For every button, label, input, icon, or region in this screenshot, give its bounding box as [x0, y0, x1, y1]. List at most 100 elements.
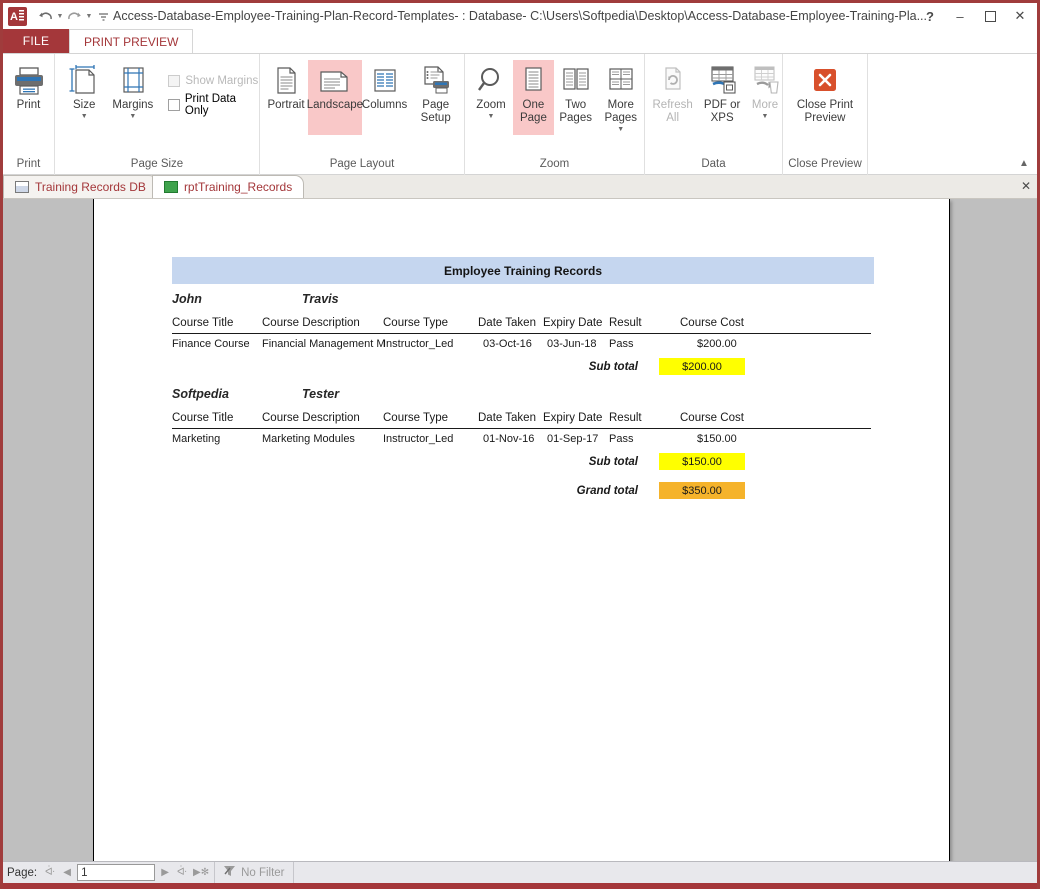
group-last-name: Travis — [302, 292, 339, 306]
ribbon-tab-strip: FILE PRINT PREVIEW Sign in — [3, 29, 1037, 71]
landscape-icon — [317, 63, 353, 96]
margins-button[interactable]: Margins ▼ — [107, 60, 158, 120]
cell-result: Pass — [609, 433, 634, 445]
ribbon-group-zoom-label: Zoom — [539, 158, 570, 170]
landscape-button[interactable]: Landscape — [307, 60, 363, 135]
redo-dropdown-caret-icon[interactable]: ▼ — [84, 13, 94, 20]
next-page-button[interactable]: ▶ — [158, 867, 172, 878]
window-controls: ? – ✕ — [915, 3, 1035, 29]
print-preview-area[interactable]: SOFTPEDIA Employee Training Records John… — [3, 199, 1037, 861]
margins-icon — [115, 63, 151, 96]
col-header-course-cost: Course Cost — [680, 412, 744, 424]
show-margins-checkbox[interactable] — [168, 75, 181, 87]
print-data-only-checkbox-row[interactable]: Print Data Only — [168, 90, 259, 120]
new-record-button[interactable]: ▶✻ — [192, 867, 210, 878]
table-header-rule — [172, 333, 871, 334]
ribbon-group-close-preview-label: Close Preview — [788, 158, 862, 170]
access-window: A ▼ ▼ Access-Database-Employee-Training-… — [0, 0, 1040, 889]
col-header-course-title: Course Title — [172, 412, 234, 424]
cell-expiry-date: 01-Sep-17 — [547, 433, 599, 445]
ribbon-group-print: Print Print — [3, 54, 55, 175]
quick-access-toolbar: ▼ ▼ — [36, 6, 113, 26]
cell-course-type: Instructor_Led — [383, 433, 454, 445]
cell-course-cost: $150.00 — [697, 433, 737, 445]
undo-dropdown-caret-icon[interactable]: ▼ — [55, 13, 65, 20]
page-setup-button[interactable]: Page Setup — [407, 60, 464, 125]
page-label: Page: — [7, 866, 38, 879]
maximize-button[interactable] — [975, 4, 1005, 28]
more-pages-caret-icon[interactable]: ▼ — [617, 126, 624, 133]
last-page-button[interactable]: ᐚ — [175, 867, 189, 878]
doc-tab-training-records-db[interactable]: Training Records DB — [3, 175, 158, 198]
page-navigator: Page: ᐚ ◀ 1 ▶ ᐚ ▶✻ — [3, 861, 216, 884]
more-export-icon — [749, 63, 781, 96]
one-page-button[interactable]: One Page — [513, 60, 554, 135]
pdf-or-xps-button[interactable]: PDF or XPS — [696, 60, 748, 125]
one-page-button-label: One Page — [519, 99, 547, 124]
tab-print-preview[interactable]: PRINT PREVIEW — [69, 29, 194, 53]
table-header-rule — [172, 428, 871, 429]
window-title: Access-Database-Employee-Training-Plan-R… — [113, 9, 927, 23]
two-pages-icon — [560, 63, 592, 96]
pdf-xps-icon — [705, 63, 739, 96]
col-header-date-taken: Date Taken — [478, 317, 536, 329]
redo-icon[interactable] — [65, 6, 84, 26]
print-button[interactable]: Print — [6, 60, 52, 112]
two-pages-button[interactable]: Two Pages — [554, 60, 598, 125]
refresh-all-label: Refresh All — [652, 99, 693, 124]
undo-icon[interactable] — [36, 6, 55, 26]
grand-total-label: Grand total — [576, 485, 638, 497]
print-button-label: Print — [16, 99, 41, 111]
close-button[interactable]: ✕ — [1005, 4, 1035, 28]
table-row: Marketing Marketing Modules Instructor_L… — [172, 433, 872, 449]
record-navigation-bar: Page: ᐚ ◀ 1 ▶ ᐚ ▶✻ No Filter — [3, 861, 1037, 884]
more-export-caret-icon[interactable]: ▼ — [762, 113, 769, 120]
collapse-ribbon-button[interactable]: ▲ — [1015, 154, 1033, 172]
subtotal-value: $200.00 — [659, 358, 745, 375]
page-size-icon — [66, 63, 102, 96]
cell-course-type: Instructor_Led — [383, 338, 454, 350]
doc-tab-rpt-training-records[interactable]: rptTraining_Records — [151, 175, 305, 198]
print-data-only-label: Print Data Only — [184, 93, 237, 117]
customize-qat-icon[interactable] — [94, 6, 113, 26]
tab-file[interactable]: FILE — [3, 29, 69, 53]
first-page-button[interactable]: ᐚ — [43, 867, 57, 878]
refresh-all-button[interactable]: Refresh All — [649, 60, 696, 125]
zoom-button-label: Zoom — [476, 99, 506, 111]
close-print-preview-button[interactable]: Close Print Preview — [783, 60, 867, 125]
zoom-caret-icon[interactable]: ▼ — [488, 113, 495, 120]
col-header-course-description: Course Description — [262, 412, 360, 424]
title-bar: A ▼ ▼ Access-Database-Employee-Training-… — [3, 3, 1037, 29]
page-number-input[interactable]: 1 — [77, 864, 156, 881]
doc-tab-label: Training Records DB — [35, 180, 146, 194]
cell-course-title: Finance Course — [172, 338, 250, 350]
filter-label: No Filter — [241, 866, 285, 879]
size-button[interactable]: Size ▼ — [61, 60, 107, 120]
col-header-date-taken: Date Taken — [478, 412, 536, 424]
filter-status[interactable]: No Filter — [215, 861, 294, 884]
columns-button-label: Columns — [361, 99, 408, 111]
margins-button-label: Margins — [112, 99, 154, 111]
more-pages-button-label: More Pages — [604, 99, 638, 124]
columns-button[interactable]: Columns — [362, 60, 408, 112]
status-bar: Ready NUM LOCK – + 81% — [3, 883, 1037, 889]
svg-text:A: A — [10, 11, 18, 23]
cell-expiry-date: 03-Jun-18 — [547, 338, 597, 350]
zoom-button[interactable]: Zoom ▼ — [469, 60, 513, 120]
print-data-only-checkbox[interactable] — [168, 99, 180, 111]
previous-page-button[interactable]: ◀ — [60, 867, 74, 878]
size-caret-icon[interactable]: ▼ — [81, 113, 88, 120]
more-pages-button[interactable]: More Pages ▼ — [598, 60, 645, 133]
col-header-expiry-date: Expiry Date — [543, 412, 603, 424]
pdf-or-xps-label: PDF or XPS — [703, 99, 741, 124]
margins-caret-icon[interactable]: ▼ — [129, 113, 136, 120]
more-export-button[interactable]: More ▼ — [748, 60, 782, 120]
portrait-button[interactable]: Portrait — [264, 60, 308, 112]
help-button[interactable]: ? — [915, 4, 945, 28]
report-title-banner: Employee Training Records — [172, 257, 874, 284]
show-margins-checkbox-row[interactable]: Show Margins — [168, 72, 259, 90]
two-pages-button-label: Two Pages — [559, 99, 592, 124]
cell-result: Pass — [609, 338, 634, 350]
minimize-button[interactable]: – — [945, 4, 975, 28]
close-document-button[interactable]: ✕ — [1021, 179, 1031, 193]
